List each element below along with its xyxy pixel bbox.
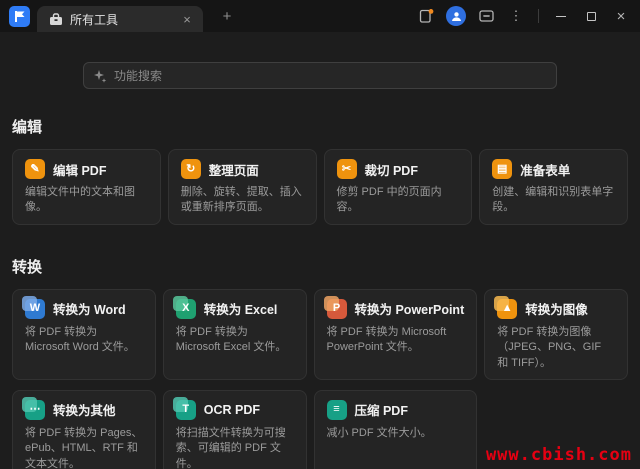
search-input[interactable] xyxy=(114,69,547,83)
tab-title: 所有工具 xyxy=(70,11,118,28)
card-desc: 将 PDF 转换为 Pages、ePub、HTML、RTF 和文本文件。 xyxy=(25,426,143,469)
person-icon xyxy=(451,11,462,22)
tab-close-icon[interactable]: × xyxy=(179,11,195,27)
card-desc: 修剪 PDF 中的页面内容。 xyxy=(337,185,460,216)
tab-all-tools[interactable]: 所有工具 × xyxy=(37,6,203,32)
card-desc: 删除、旋转、提取、插入或重新排序页面。 xyxy=(181,185,304,216)
app-logo[interactable] xyxy=(9,6,30,27)
compress-pdf-icon: ≡ xyxy=(327,400,347,420)
convert-card-grid: W 转换为 Word 将 PDF 转换为 Microsoft Word 文件。 … xyxy=(12,289,628,469)
feature-search-bar[interactable] xyxy=(83,62,557,89)
card-title: 转换为其他 xyxy=(53,400,116,419)
section-title-edit: 编辑 xyxy=(12,116,628,137)
maximize-icon xyxy=(587,12,596,21)
notifications-button[interactable] xyxy=(413,4,439,28)
card-title: 转换为 PowerPoint xyxy=(355,299,465,318)
card-desc: 将 PDF 转换为 Microsoft Excel 文件。 xyxy=(176,325,294,356)
convert-powerpoint-icon: P xyxy=(327,299,347,319)
convert-word-icon: W xyxy=(25,299,45,319)
card-desc: 将 PDF 转换为图像（JPEG、PNG、GIF 和 TIFF）。 xyxy=(497,325,615,371)
card-desc: 将 PDF 转换为 Microsoft PowerPoint 文件。 xyxy=(327,325,465,356)
card-desc: 将扫描文件转换为可搜索、可编辑的 PDF 文件。 xyxy=(176,426,294,469)
card-title: 转换为 Word xyxy=(53,299,126,318)
card-compress-pdf[interactable]: ≡ 压缩 PDF 减小 PDF 文件大小。 xyxy=(314,390,478,469)
card-desc: 减小 PDF 文件大小。 xyxy=(327,426,465,441)
toolbox-icon xyxy=(49,13,63,26)
card-desc: 编辑文件中的文本和图像。 xyxy=(25,185,148,216)
card-desc: 创建、编辑和识别表单字段。 xyxy=(492,185,615,216)
minimize-icon xyxy=(556,16,566,17)
sparkle-search-icon xyxy=(93,69,107,83)
card-desc: 将 PDF 转换为 Microsoft Word 文件。 xyxy=(25,325,143,356)
titlebar: 所有工具 × + ⋮ × xyxy=(0,0,640,32)
prepare-form-icon: ▤ xyxy=(492,159,512,179)
card-title: OCR PDF xyxy=(204,403,260,417)
maximize-button[interactable] xyxy=(578,4,604,28)
ocr-pdf-icon: T xyxy=(176,400,196,420)
card-convert-excel[interactable]: X 转换为 Excel 将 PDF 转换为 Microsoft Excel 文件… xyxy=(163,289,307,380)
convert-excel-icon: X xyxy=(176,299,196,319)
account-button[interactable] xyxy=(443,4,469,28)
card-crop-pdf[interactable]: ✂ 裁切 PDF 修剪 PDF 中的页面内容。 xyxy=(324,149,473,225)
feedback-bubble-icon xyxy=(479,10,494,23)
card-title: 整理页面 xyxy=(209,160,259,179)
edit-card-grid: ✎ 编辑 PDF 编辑文件中的文本和图像。 ↻ 整理页面 删除、旋转、提取、插入… xyxy=(12,149,628,225)
convert-image-icon: ▲ xyxy=(497,299,517,319)
flag-logo-icon xyxy=(14,10,26,23)
card-convert-other[interactable]: ⋯ 转换为其他 将 PDF 转换为 Pages、ePub、HTML、RTF 和文… xyxy=(12,390,156,469)
card-title: 压缩 PDF xyxy=(355,400,408,419)
organize-pages-icon: ↻ xyxy=(181,159,201,179)
edit-pdf-icon: ✎ xyxy=(25,159,45,179)
card-title: 裁切 PDF xyxy=(365,160,418,179)
minimize-button[interactable] xyxy=(548,4,574,28)
card-title: 转换为 Excel xyxy=(204,299,278,318)
crop-pdf-icon: ✂ xyxy=(337,159,357,179)
card-prepare-form[interactable]: ▤ 准备表单 创建、编辑和识别表单字段。 xyxy=(479,149,628,225)
card-convert-powerpoint[interactable]: P 转换为 PowerPoint 将 PDF 转换为 Microsoft Pow… xyxy=(314,289,478,380)
document-notification-icon xyxy=(419,8,434,24)
card-title: 转换为图像 xyxy=(525,299,588,318)
card-title: 编辑 PDF xyxy=(53,160,106,179)
section-title-convert: 转换 xyxy=(12,256,628,277)
card-ocr-pdf[interactable]: T OCR PDF 将扫描文件转换为可搜索、可编辑的 PDF 文件。 xyxy=(163,390,307,469)
close-button[interactable]: × xyxy=(608,4,634,28)
card-convert-image[interactable]: ▲ 转换为图像 将 PDF 转换为图像（JPEG、PNG、GIF 和 TIFF）… xyxy=(484,289,628,380)
more-menu-button[interactable]: ⋮ xyxy=(503,4,529,28)
card-convert-word[interactable]: W 转换为 Word 将 PDF 转换为 Microsoft Word 文件。 xyxy=(12,289,156,380)
card-organize-pages[interactable]: ↻ 整理页面 删除、旋转、提取、插入或重新排序页面。 xyxy=(168,149,317,225)
card-edit-pdf[interactable]: ✎ 编辑 PDF 编辑文件中的文本和图像。 xyxy=(12,149,161,225)
feedback-button[interactable] xyxy=(473,4,499,28)
titlebar-divider xyxy=(538,9,539,23)
new-tab-button[interactable]: + xyxy=(217,6,237,26)
card-title: 准备表单 xyxy=(520,160,570,179)
watermark: www.cbish.com xyxy=(486,445,632,465)
convert-other-icon: ⋯ xyxy=(25,400,45,420)
user-avatar xyxy=(446,6,466,26)
